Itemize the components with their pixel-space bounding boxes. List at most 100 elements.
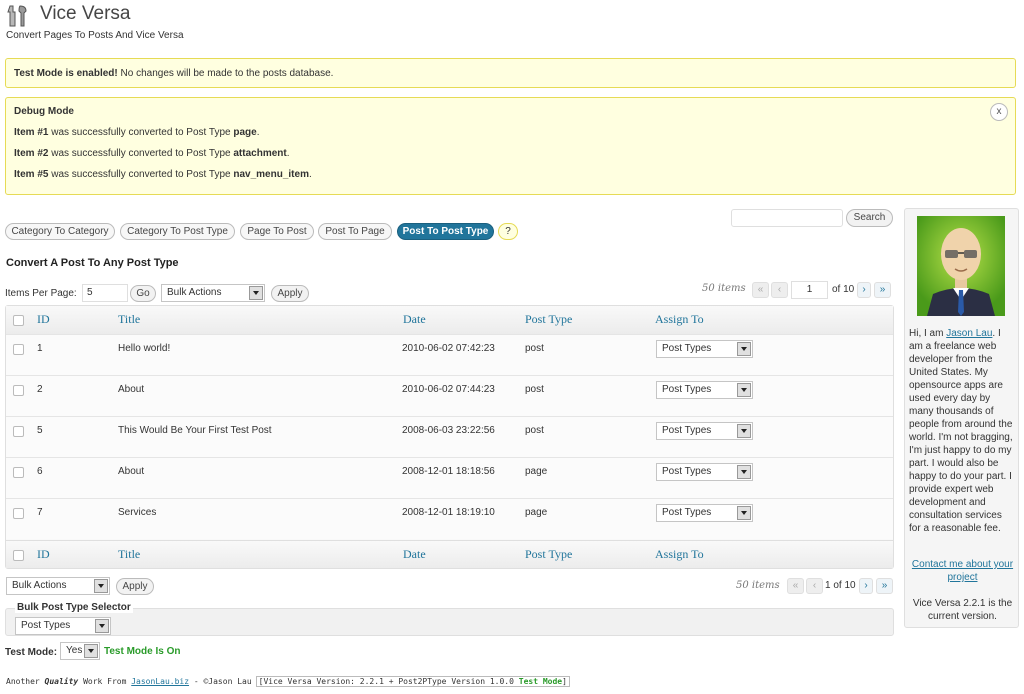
section-title: Convert A Post To Any Post Type <box>6 257 179 269</box>
row-checkbox[interactable] <box>13 344 24 355</box>
bulk-actions-select-bottom[interactable]: Bulk Actions <box>6 577 110 595</box>
search-button[interactable]: Search <box>846 209 893 227</box>
row-checkbox[interactable] <box>13 385 24 396</box>
prev-page-button[interactable]: ‹ <box>771 282 788 298</box>
prev-page-button-bottom[interactable]: ‹ <box>806 578 823 594</box>
col-assign-to[interactable]: Assign To <box>655 547 704 562</box>
footer-version: [Vice Versa Version: 2.2.1 + Post2PType … <box>258 677 519 686</box>
row-checkbox[interactable] <box>13 508 24 519</box>
col-post-type[interactable]: Post Type <box>525 312 572 327</box>
apply-button-bottom[interactable]: Apply <box>116 578 154 595</box>
debug-type: attachment <box>233 148 287 159</box>
debug-type: nav_menu_item <box>233 169 309 180</box>
close-icon[interactable]: x <box>990 103 1008 121</box>
col-date[interactable]: Date <box>403 312 426 327</box>
debug-title: Debug Mode <box>14 106 74 117</box>
row-post-type: post <box>525 343 544 354</box>
row-post-type: post <box>525 384 544 395</box>
footer-link[interactable]: JasonLau.biz <box>131 677 189 686</box>
author-name-link[interactable]: Jason Lau <box>946 328 992 339</box>
assign-to-select[interactable]: Post Types <box>656 422 753 440</box>
debug-line: Item #5 was successfully converted to Po… <box>14 169 312 180</box>
assign-to-select[interactable]: Post Types <box>656 381 753 399</box>
next-page-button[interactable]: › <box>857 282 871 298</box>
row-post-type: page <box>525 507 548 518</box>
chevron-down-icon <box>737 506 751 520</box>
assign-to-value: Post Types <box>662 343 712 354</box>
debug-item: Item #5 <box>14 169 49 180</box>
row-checkbox[interactable] <box>13 467 24 478</box>
row-id: 1 <box>37 343 43 354</box>
go-button[interactable]: Go <box>130 285 156 302</box>
bulk-post-type-select[interactable]: Post Types <box>15 617 111 635</box>
tab-category-to-category[interactable]: Category To Category <box>5 223 115 240</box>
of-pages-text-bottom: 1 of 10 <box>825 580 856 591</box>
help-button[interactable]: ? <box>498 223 518 240</box>
debug-end: . <box>308 169 312 180</box>
items-per-page-input[interactable]: 5 <box>82 284 128 302</box>
assign-to-select[interactable]: Post Types <box>656 463 753 481</box>
first-page-button-bottom[interactable]: « <box>787 578 804 594</box>
table-header: ID Title Date Post Type Assign To <box>6 306 893 334</box>
contact-link[interactable]: Contact me about your project <box>909 558 1016 584</box>
table-row: 7 Services 2008-12-01 18:19:10 page Post… <box>6 498 893 539</box>
row-title: This Would Be Your First Test Post <box>118 425 272 436</box>
test-mode-notice: Test Mode is enabled! No changes will be… <box>5 58 1016 88</box>
select-all-checkbox[interactable] <box>13 315 24 326</box>
col-title[interactable]: Title <box>118 547 140 562</box>
page-title: Vice Versa <box>40 3 131 24</box>
table-footer: ID Title Date Post Type Assign To <box>6 540 893 568</box>
debug-line: Item #2 was successfully converted to Po… <box>14 148 290 159</box>
items-count-bottom: 50 items <box>736 580 780 591</box>
row-id: 6 <box>37 466 43 477</box>
of-pages-text: of 10 <box>832 284 855 295</box>
bulk-post-type-value: Post Types <box>21 620 71 631</box>
last-page-button-bottom[interactable]: » <box>876 578 893 594</box>
bio-intro: Hi, I am <box>909 328 947 339</box>
items-count: 50 items <box>702 283 746 294</box>
first-page-button[interactable]: « <box>752 282 769 298</box>
col-date[interactable]: Date <box>403 547 426 562</box>
select-all-checkbox[interactable] <box>13 550 24 561</box>
col-title[interactable]: Title <box>118 312 140 327</box>
footer-mid: Work From <box>78 677 132 686</box>
row-title: About <box>118 466 145 477</box>
chevron-down-icon <box>737 424 751 438</box>
search-input[interactable] <box>731 209 843 227</box>
apply-button[interactable]: Apply <box>271 285 309 302</box>
bulk-actions-select[interactable]: Bulk Actions <box>161 284 265 302</box>
row-title: Hello world! <box>118 343 171 354</box>
col-assign-to[interactable]: Assign To <box>655 312 704 327</box>
footer-close: ] <box>562 677 567 686</box>
tab-page-to-post[interactable]: Page To Post <box>240 223 314 240</box>
tab-category-to-post-type[interactable]: Category To Post Type <box>120 223 235 240</box>
row-post-type: page <box>525 466 548 477</box>
page-input[interactable]: 1 <box>791 281 828 299</box>
page-subtitle: Convert Pages To Posts And Vice Versa <box>6 30 184 41</box>
row-date: 2010-06-02 07:42:23 <box>402 343 495 354</box>
assign-to-select[interactable]: Post Types <box>656 340 753 358</box>
col-id[interactable]: ID <box>37 547 50 562</box>
col-post-type[interactable]: Post Type <box>525 547 572 562</box>
debug-text: was successfully converted to Post Type <box>48 148 234 159</box>
assign-to-select[interactable]: Post Types <box>656 504 753 522</box>
next-page-button-bottom[interactable]: › <box>859 578 873 594</box>
test-mode-label: Test Mode: <box>5 647 58 658</box>
row-id: 2 <box>37 384 43 395</box>
tab-post-to-page[interactable]: Post To Page <box>318 223 392 240</box>
author-bio: Hi, I am Jason Lau. I am a freelance web… <box>909 327 1016 535</box>
table-row: 6 About 2008-12-01 18:18:56 page Post Ty… <box>6 457 893 498</box>
last-page-button[interactable]: » <box>874 282 891 298</box>
tools-icon <box>6 4 32 28</box>
bulk-post-type-fieldset: Post Types <box>5 608 894 636</box>
row-id: 7 <box>37 507 43 518</box>
row-title: About <box>118 384 145 395</box>
chevron-down-icon <box>737 465 751 479</box>
tab-post-to-post-type[interactable]: Post To Post Type <box>397 223 494 240</box>
avatar <box>917 216 1005 316</box>
footer-version-box: [Vice Versa Version: 2.2.1 + Post2PType … <box>255 676 570 687</box>
test-mode-select[interactable]: Yes <box>60 642 100 660</box>
row-checkbox[interactable] <box>13 426 24 437</box>
row-id: 5 <box>37 425 43 436</box>
col-id[interactable]: ID <box>37 312 50 327</box>
